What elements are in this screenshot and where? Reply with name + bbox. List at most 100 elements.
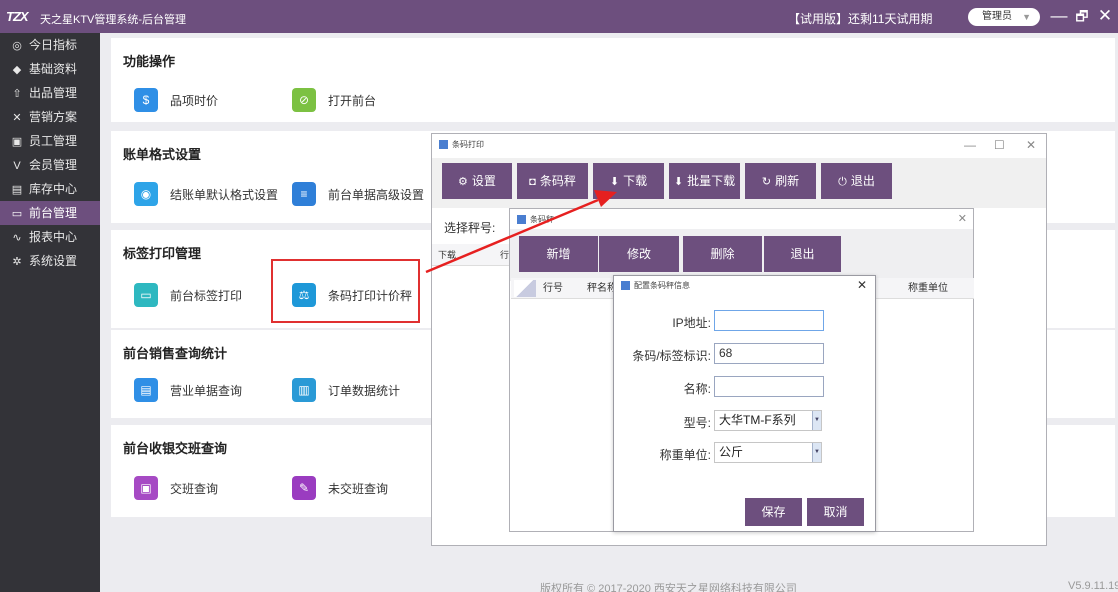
app-title: 天之星KTV管理系统-后台管理 [40, 14, 187, 26]
exit-button[interactable]: 退出 [764, 236, 841, 272]
button-label: 刷新 [775, 174, 800, 188]
column-scale-name: 秤名称 [587, 283, 615, 294]
name-field[interactable] [714, 376, 824, 397]
sidebar-item-label: 出品管理 [29, 86, 78, 100]
select-scale-label: 选择秤号: [444, 221, 496, 235]
dialog-title-text: 配置条码秤信息 [634, 281, 690, 290]
minimize-button[interactable]: — [964, 138, 976, 152]
column-download: 下载 [438, 250, 457, 260]
tile-advanced-doc-settings[interactable]: ≡ 前台单据高级设置 [292, 181, 424, 207]
exit-button[interactable]: ⏻ 退出 [821, 163, 892, 199]
save-button[interactable]: 保存 [745, 498, 802, 526]
tile-label: 交班查询 [170, 481, 219, 496]
minimize-button[interactable]: — [1048, 5, 1070, 27]
user-menu[interactable]: 管理员 ▼ [968, 8, 1040, 26]
refresh-icon: ↻ [761, 176, 772, 188]
document-icon: ≡ [292, 182, 316, 206]
chevron-down-icon[interactable]: ▼ [812, 443, 821, 462]
tile-item-price[interactable]: $ 品项时价 [134, 87, 218, 113]
sidebar-item-staff[interactable]: ▣ 员工管理 [0, 129, 100, 153]
app-logo: TZX [6, 9, 29, 24]
sidebar-item-label: 报表中心 [29, 230, 78, 244]
tile-business-docs[interactable]: ▤ 营业单据查询 [134, 377, 242, 403]
sidebar-item-output[interactable]: ⇧ 出品管理 [0, 81, 100, 105]
dialog-title-text: 条码秤 [530, 215, 554, 224]
section-title: 前台销售查询统计 [123, 346, 228, 361]
sidebar: ◎ 今日指标 ◆ 基础资料 ⇧ 出品管理 ✕ 营销方案 ▣ 员工管理 V 会员管理 ▤ 库存中… [0, 33, 100, 592]
sidebar-item-reports[interactable]: ∿ 报表中心 [0, 225, 100, 249]
name-label: 名称: [683, 382, 711, 396]
tile-default-bill-format[interactable]: ◉ 结账单默认格式设置 [134, 181, 278, 207]
cube-icon: ◆ [12, 64, 22, 76]
tile-label: 订单数据统计 [328, 383, 401, 398]
close-button[interactable]: ✕ [958, 212, 967, 225]
unit-select[interactable]: 公斤 ▼ [714, 442, 822, 463]
price-icon: $ [134, 88, 158, 112]
sidebar-item-label: 员工管理 [29, 134, 78, 148]
tile-label: 打开前台 [328, 93, 377, 108]
tile-open-frontdesk[interactable]: ⊘ 打开前台 [292, 87, 376, 113]
sidebar-item-label: 今日指标 [29, 38, 78, 52]
bar-chart-icon: ▥ [292, 378, 316, 402]
download-button[interactable]: ⬇ 下载 [593, 163, 664, 199]
tile-shift-query[interactable]: ▣ 交班查询 [134, 475, 218, 501]
close-button[interactable]: ✕ [1026, 138, 1036, 152]
delete-button[interactable]: 删除 [683, 236, 762, 272]
code-field[interactable]: 68 [714, 343, 824, 364]
unit-row: 称重单位: 公斤 ▼ [614, 442, 877, 464]
code-label: 条码/标签标识: [632, 349, 711, 363]
sidebar-item-settings[interactable]: ✲ 系统设置 [0, 249, 100, 273]
name-row: 名称: [614, 376, 877, 398]
button-label: 下载 [623, 174, 648, 188]
sidebar-item-today[interactable]: ◎ 今日指标 [0, 33, 100, 57]
restore-button[interactable]: 🗗 [1071, 5, 1093, 27]
model-select[interactable]: 大华TM-F系列 ▼ [714, 410, 822, 431]
warehouse-icon: ▤ [11, 184, 23, 196]
section-title: 标签打印管理 [123, 246, 202, 261]
dialog-title: 条码打印 [439, 139, 484, 150]
chevron-down-icon[interactable]: ▼ [812, 411, 821, 430]
clipboard-icon: ▣ [134, 476, 158, 500]
close-button[interactable]: ✕ [857, 278, 867, 292]
sidebar-item-basic[interactable]: ◆ 基础资料 [0, 57, 100, 81]
config-scale-dialog: 配置条码秤信息 ✕ IP地址: 条码/标签标识: 68 名称: 型号: 大华TM… [613, 275, 876, 532]
tile-unshift-query[interactable]: ✎ 未交班查询 [292, 475, 388, 501]
ip-field[interactable] [714, 310, 824, 331]
batch-download-button[interactable]: ⬇ 批量下载 [669, 163, 740, 199]
section-title: 功能操作 [123, 54, 176, 69]
gear-icon: ✲ [12, 256, 22, 268]
sidebar-item-member[interactable]: V 会员管理 [0, 153, 100, 177]
dialog-title: 条码秤 [517, 214, 554, 225]
sidebar-item-marketing[interactable]: ✕ 营销方案 [0, 105, 100, 129]
section-title: 账单格式设置 [123, 147, 202, 162]
model-row: 型号: 大华TM-F系列 ▼ [614, 410, 877, 432]
line-chart-icon: ∿ [12, 232, 22, 244]
vip-icon: V [13, 160, 21, 172]
sidebar-item-label: 营销方案 [29, 110, 78, 124]
chevron-down-icon: ▼ [1022, 12, 1031, 22]
tile-order-stats[interactable]: ▥ 订单数据统计 [292, 377, 400, 403]
refresh-button[interactable]: ↻ 刷新 [745, 163, 816, 199]
copyright-text: 版权所有 © 2017-2020 西安天之星网络科技有限公司 [540, 583, 797, 592]
close-button[interactable]: ✕ [1094, 5, 1116, 27]
tile-front-label-print[interactable]: ▭ 前台标签打印 [134, 282, 242, 308]
settings-button[interactable]: ⚙ 设置 [442, 163, 512, 199]
cancel-button[interactable]: 取消 [807, 498, 864, 526]
camera-icon: ◘ [529, 176, 536, 188]
dialog-title: 配置条码秤信息 [621, 280, 690, 291]
barcode-scale-button[interactable]: ◘ 条码秤 [517, 163, 588, 199]
add-button[interactable]: 新增 [519, 236, 598, 272]
column-weight-unit: 称重单位 [908, 283, 948, 294]
sidebar-item-inventory[interactable]: ▤ 库存中心 [0, 177, 100, 201]
upload-icon: ⇧ [12, 88, 22, 100]
sidebar-item-frontdesk[interactable]: ▭ 前台管理 [0, 201, 100, 225]
app-icon [439, 140, 448, 149]
dialog-title-text: 条码打印 [452, 140, 484, 149]
tile-label: 前台单据高级设置 [328, 187, 425, 202]
model-label: 型号: [683, 416, 711, 430]
maximize-button[interactable]: ☐ [994, 138, 1005, 152]
id-card-icon: ▣ [11, 136, 23, 148]
edit-button[interactable]: 修改 [599, 236, 679, 272]
download-icon: ⬇ [609, 176, 620, 188]
model-value: 大华TM-F系列 [719, 413, 796, 427]
